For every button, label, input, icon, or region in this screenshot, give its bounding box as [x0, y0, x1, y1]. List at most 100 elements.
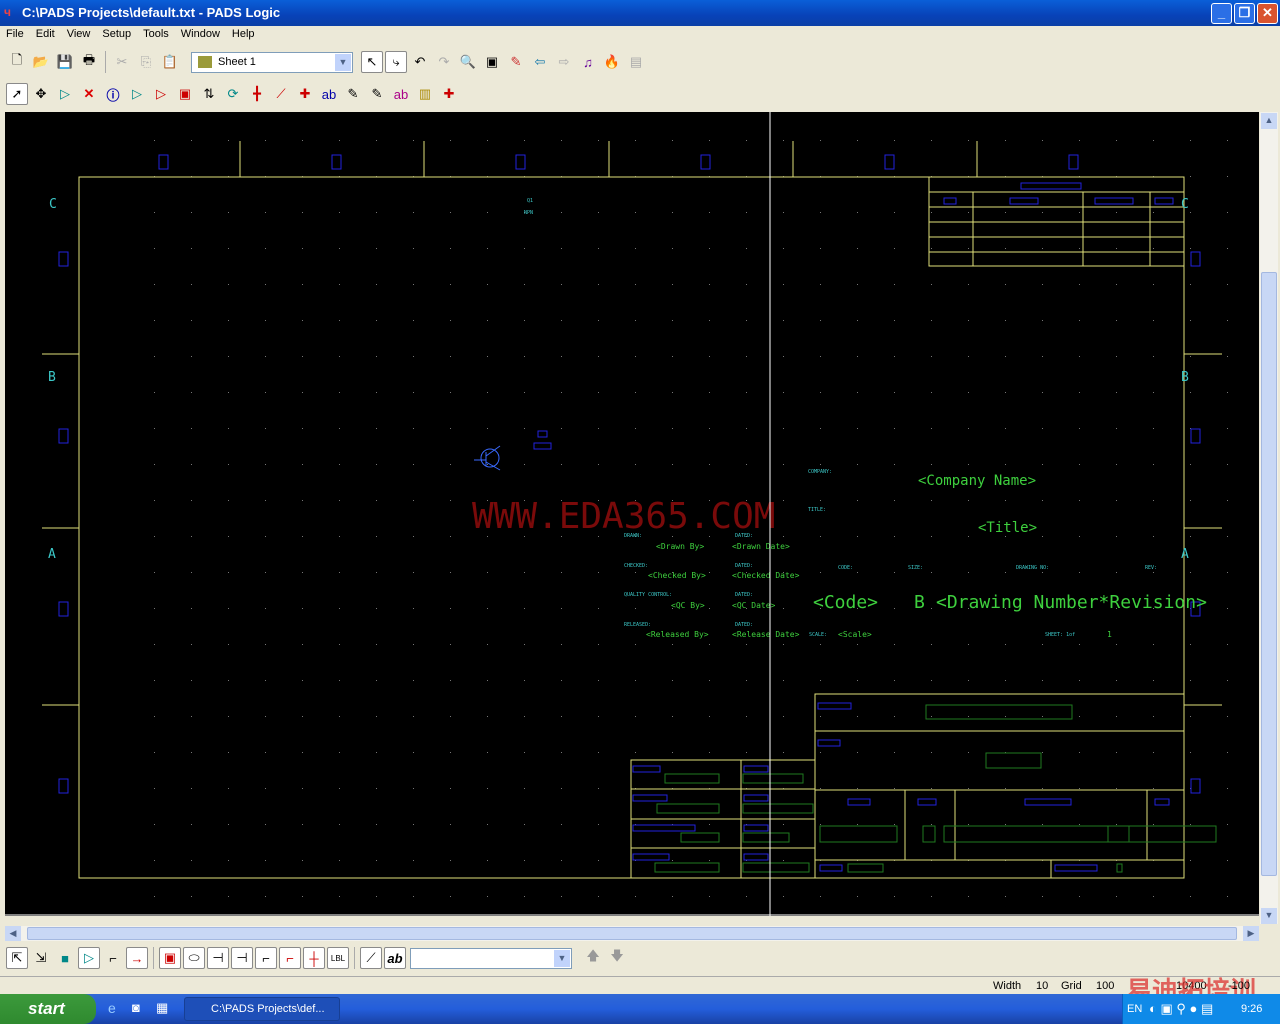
scroll-left-icon[interactable]: ◀	[5, 926, 21, 941]
hot-icon[interactable]: 🔥	[601, 51, 623, 73]
menu-edit[interactable]: Edit	[30, 26, 61, 44]
add-connection-icon[interactable]: ╋	[246, 83, 268, 105]
select-mode-icon[interactable]: ⤷	[385, 51, 407, 73]
scroll-up-icon[interactable]: ▲	[1261, 113, 1277, 129]
chevron-down-icon[interactable]: ▼	[554, 949, 570, 967]
copy-part-icon[interactable]: ▷	[54, 83, 76, 105]
edit-field-icon[interactable]: ✎	[366, 83, 388, 105]
menu-window[interactable]: Window	[175, 26, 226, 44]
swap-ref-icon[interactable]: ⇅	[198, 83, 220, 105]
bus-icon[interactable]: ⌐	[279, 947, 301, 969]
text-icon[interactable]: ab	[318, 83, 340, 105]
grid-dot	[598, 716, 599, 717]
arrow-up-icon[interactable]: 🡅	[582, 947, 604, 969]
grid-dot	[598, 608, 599, 609]
horizontal-scroll-thumb[interactable]	[27, 927, 1237, 940]
move-icon[interactable]: ✥	[30, 83, 52, 105]
new-icon[interactable]: 🗋	[6, 51, 28, 73]
quicklaunch-media-icon[interactable]: ▦	[156, 1000, 168, 1016]
start-button[interactable]: start	[0, 994, 96, 1024]
menu-tools[interactable]: Tools	[137, 26, 175, 44]
add-fld-icon[interactable]: ✚	[438, 83, 460, 105]
pcb-link-icon[interactable]: ⇨	[553, 51, 575, 73]
taskbar-item-pads[interactable]: C:\PADS Projects\def...	[184, 997, 340, 1021]
grid-dot	[968, 572, 969, 573]
sheet-properties-icon[interactable]: ▣	[481, 51, 503, 73]
paste-icon[interactable]: 📋	[159, 51, 181, 73]
tray-icons[interactable]: ◐ ▣ ⚲ ● ▤	[1149, 1001, 1213, 1017]
connection-icon[interactable]: ⌐	[102, 947, 124, 969]
grid-dot	[302, 680, 303, 681]
cut-icon[interactable]: ✂	[111, 51, 133, 73]
qc-label: QUALITY CONTROL:	[624, 592, 672, 598]
maximize-button[interactable]: ❐	[1234, 3, 1255, 24]
open-icon[interactable]: 📂	[30, 51, 52, 73]
hierarchical-block-icon[interactable]: ▣	[159, 947, 181, 969]
menu-view[interactable]: View	[61, 26, 97, 44]
select-all-icon[interactable]: ⇱	[6, 947, 28, 969]
router-icon[interactable]: ♫	[577, 51, 599, 73]
library-icon[interactable]: ▥	[414, 83, 436, 105]
select-part-icon[interactable]: ⇲	[30, 947, 52, 969]
part-icon[interactable]: ■	[54, 947, 76, 969]
grid-dot	[154, 320, 155, 321]
save-icon[interactable]: 💾	[54, 51, 76, 73]
copy-icon[interactable]: ⎘	[135, 51, 157, 73]
menu-setup[interactable]: Setup	[96, 26, 137, 44]
schematic-canvas[interactable]: C B A C B A WWW.EDA365.COM Q1 NPN COMPAN…	[5, 112, 1259, 924]
zoom-icon[interactable]: 🔍	[457, 51, 479, 73]
filter-combo[interactable]: ▼	[410, 947, 572, 969]
gate-icon[interactable]: ▷	[78, 947, 100, 969]
vertical-scrollbar[interactable]: ▲ ▼	[1260, 112, 1278, 924]
grid-dot	[857, 392, 858, 393]
add-bus-icon[interactable]: ⟋	[270, 83, 292, 105]
ie-icon[interactable]: e	[108, 1000, 116, 1016]
scroll-down-icon[interactable]: ▼	[1261, 908, 1277, 924]
menu-file[interactable]: File	[0, 26, 30, 44]
grid-dot	[561, 860, 562, 861]
grid-dot	[635, 392, 636, 393]
grid-dot	[376, 284, 377, 285]
grid-dot	[672, 716, 673, 717]
language-indicator[interactable]: EN	[1127, 1003, 1142, 1015]
swap-pin-icon[interactable]: ⟳	[222, 83, 244, 105]
edit-text-icon[interactable]: ✎	[342, 83, 364, 105]
menu-help[interactable]: Help	[226, 26, 261, 44]
select-filter-icon[interactable]: ↖	[361, 51, 383, 73]
text-field-icon[interactable]: ab	[384, 947, 406, 969]
chevron-down-icon[interactable]: ▼	[335, 53, 351, 71]
undo-icon[interactable]: ↶	[409, 51, 431, 73]
power-icon[interactable]: ⊣	[207, 947, 229, 969]
redraw-icon[interactable]: ✎	[505, 51, 527, 73]
add-field-icon[interactable]: ✚	[294, 83, 316, 105]
go-to-pcb-icon[interactable]: ⇦	[529, 51, 551, 73]
delete-icon[interactable]: ✕	[78, 83, 100, 105]
print-icon[interactable]: 🖶	[78, 51, 100, 73]
horizontal-scrollbar[interactable]: ◀ ▶	[5, 926, 1259, 941]
scroll-right-icon[interactable]: ▶	[1243, 926, 1259, 941]
add-part-icon[interactable]: ▷	[126, 83, 148, 105]
ref-des-icon[interactable]: →	[126, 947, 148, 969]
add-block-icon[interactable]: ▣	[174, 83, 196, 105]
sheet-select[interactable]: Sheet 1 ▼	[191, 51, 353, 73]
bus-entry-icon[interactable]: ⟋	[360, 947, 382, 969]
select-icon[interactable]: ➚	[6, 83, 28, 105]
query-icon[interactable]: ⓘ	[102, 83, 124, 105]
off-page-icon[interactable]: ⬭	[183, 947, 205, 969]
wire-icon[interactable]: ⌐	[255, 947, 277, 969]
label-icon[interactable]: LBL	[327, 947, 349, 969]
ground-icon[interactable]: ⊣	[231, 947, 253, 969]
redo-icon[interactable]: ↷	[433, 51, 455, 73]
vertical-scroll-thumb[interactable]	[1261, 272, 1277, 876]
junction-icon[interactable]: ┼	[303, 947, 325, 969]
grid-dot	[968, 536, 969, 537]
grid-dot	[265, 284, 266, 285]
quicklaunch-icon[interactable]: ◙	[132, 1000, 140, 1015]
minimize-button[interactable]: _	[1211, 3, 1232, 24]
transistor-q1[interactable]: Q1 NPN	[474, 198, 533, 471]
add-label-icon[interactable]: ab	[390, 83, 412, 105]
close-button[interactable]: ✕	[1257, 3, 1278, 24]
arrow-down-icon[interactable]: 🡇	[606, 947, 628, 969]
add-gate-icon[interactable]: ▷	[150, 83, 172, 105]
report-icon[interactable]: ▤	[625, 51, 647, 73]
